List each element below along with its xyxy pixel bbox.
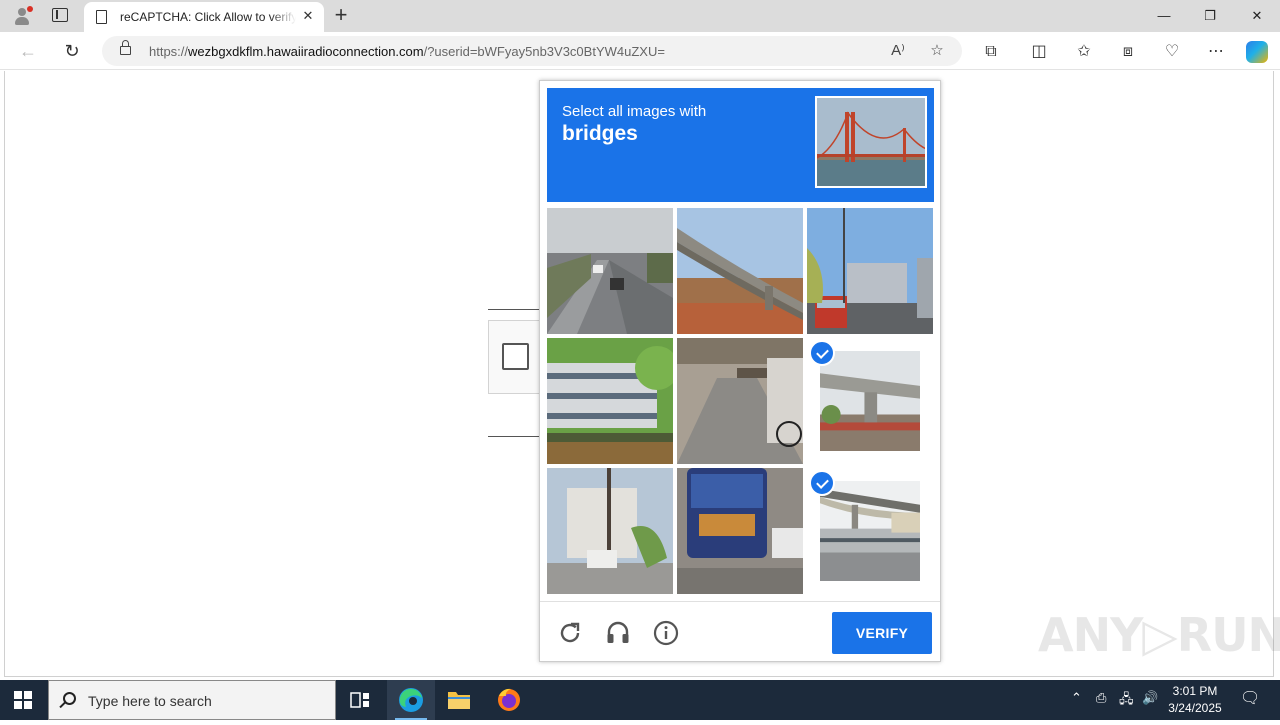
volume-icon[interactable]: 🔊	[1142, 690, 1158, 706]
captcha-tile[interactable]	[807, 468, 933, 594]
device-icon[interactable]: ⎙	[1096, 690, 1106, 706]
refresh-button[interactable]: ↻	[59, 39, 85, 63]
favorite-star-icon[interactable]: ☆	[927, 41, 947, 61]
browser-essentials-icon[interactable]: ♡	[1161, 41, 1183, 63]
captcha-image-grid	[547, 208, 934, 595]
search-placeholder: Type here to search	[88, 693, 212, 709]
edge-taskbar-icon[interactable]	[387, 680, 435, 720]
tile-image	[677, 468, 803, 594]
profile-avatar-icon[interactable]	[12, 6, 33, 26]
tile-image	[820, 351, 920, 451]
sample-image	[815, 96, 927, 188]
clock-time: 3:01 PM	[1172, 684, 1218, 698]
tile-image	[820, 481, 920, 581]
anchor-divider	[488, 309, 540, 310]
browser-tab-active[interactable]: reCAPTCHA: Click Allow to verify that yo…	[84, 2, 324, 32]
browser-titlebar: reCAPTCHA: Click Allow to verify that yo…	[0, 0, 1280, 32]
captcha-footer: VERIFY	[540, 601, 940, 661]
recaptcha-checkbox[interactable]	[502, 343, 529, 370]
reload-icon[interactable]	[557, 620, 583, 646]
tile-image	[547, 468, 673, 594]
tile-image	[547, 208, 673, 334]
tab-close-button[interactable]: ✕	[300, 8, 316, 24]
close-window-button[interactable]: ✕	[1234, 0, 1280, 32]
extensions-icon[interactable]: ⧉	[980, 41, 1002, 63]
captcha-tile[interactable]	[677, 208, 803, 334]
copilot-icon[interactable]	[1246, 41, 1268, 63]
captcha-tile[interactable]	[807, 338, 933, 464]
windows-taskbar: Type here to search ⌃ ⎙ 🖧 🔊 3:01 PM 3/24…	[0, 680, 1280, 720]
verify-button[interactable]: VERIFY	[832, 612, 932, 654]
tile-image	[677, 338, 803, 464]
captcha-tile[interactable]	[547, 468, 673, 594]
search-icon	[63, 692, 76, 705]
tile-image	[547, 338, 673, 464]
favorites-icon[interactable]: ✩	[1073, 41, 1095, 63]
captcha-tile[interactable]	[547, 338, 673, 464]
anyrun-watermark: ANY▷RUN	[1038, 608, 1280, 662]
firefox-icon[interactable]	[485, 680, 533, 720]
captcha-tile[interactable]	[547, 208, 673, 334]
prompt-instruction: Select all images with	[562, 103, 707, 120]
url-path: /?userid=bWFyay5nb3V3c0BtYW4uZXU=	[423, 44, 665, 59]
tab-title: reCAPTCHA: Click Allow to verify that yo…	[120, 10, 296, 24]
tab-actions-icon[interactable]	[52, 8, 68, 22]
page-icon	[96, 10, 107, 24]
collections-icon[interactable]: ⧈	[1117, 41, 1139, 63]
url-host: wezbgxdkflm.hawaiiradioconnection.com	[188, 44, 424, 59]
clock-date: 3/24/2025	[1168, 701, 1222, 715]
minimize-button[interactable]: —	[1141, 0, 1187, 32]
anchor-divider	[488, 436, 540, 437]
show-hidden-icons[interactable]: ⌃	[1071, 690, 1082, 706]
read-aloud-icon[interactable]: A⁾	[888, 41, 908, 61]
selected-check-icon	[809, 340, 835, 366]
info-icon[interactable]	[653, 620, 679, 646]
notifications-icon[interactable]: 🗨	[1240, 688, 1260, 708]
network-icon[interactable]: 🖧	[1119, 690, 1134, 712]
headphones-icon[interactable]	[605, 620, 631, 646]
captcha-tile[interactable]	[677, 468, 803, 594]
browser-toolbar: ← ↻ https://wezbgxdkflm.hawaiiradioconne…	[0, 32, 1280, 70]
selected-check-icon	[809, 470, 835, 496]
windows-start-icon[interactable]	[14, 691, 32, 709]
url-scheme: https://	[149, 44, 189, 59]
tile-image	[807, 208, 933, 334]
split-screen-icon[interactable]: ◫	[1028, 41, 1050, 63]
file-explorer-icon[interactable]	[435, 680, 483, 720]
restore-button[interactable]: ❐	[1187, 0, 1233, 32]
taskbar-search[interactable]: Type here to search	[48, 680, 336, 720]
captcha-challenge: Select all images with bridges VERIFY	[539, 80, 941, 662]
back-button[interactable]: ←	[15, 39, 41, 63]
url-text[interactable]: https://wezbgxdkflm.hawaiiradioconnectio…	[149, 44, 665, 59]
new-tab-button[interactable]: +	[330, 4, 352, 26]
prompt-target: bridges	[562, 122, 638, 145]
captcha-tile[interactable]	[677, 338, 803, 464]
taskbar-clock[interactable]: 3:01 PM 3/24/2025	[1160, 683, 1230, 717]
more-menu-icon[interactable]: ⋯	[1205, 41, 1227, 63]
captcha-prompt: Select all images with bridges	[547, 88, 934, 202]
address-bar[interactable]: https://wezbgxdkflm.hawaiiradioconnectio…	[102, 36, 962, 66]
captcha-tile[interactable]	[807, 208, 933, 334]
tile-image	[677, 208, 803, 334]
lock-icon[interactable]	[120, 40, 131, 56]
task-view-icon[interactable]	[336, 680, 384, 720]
